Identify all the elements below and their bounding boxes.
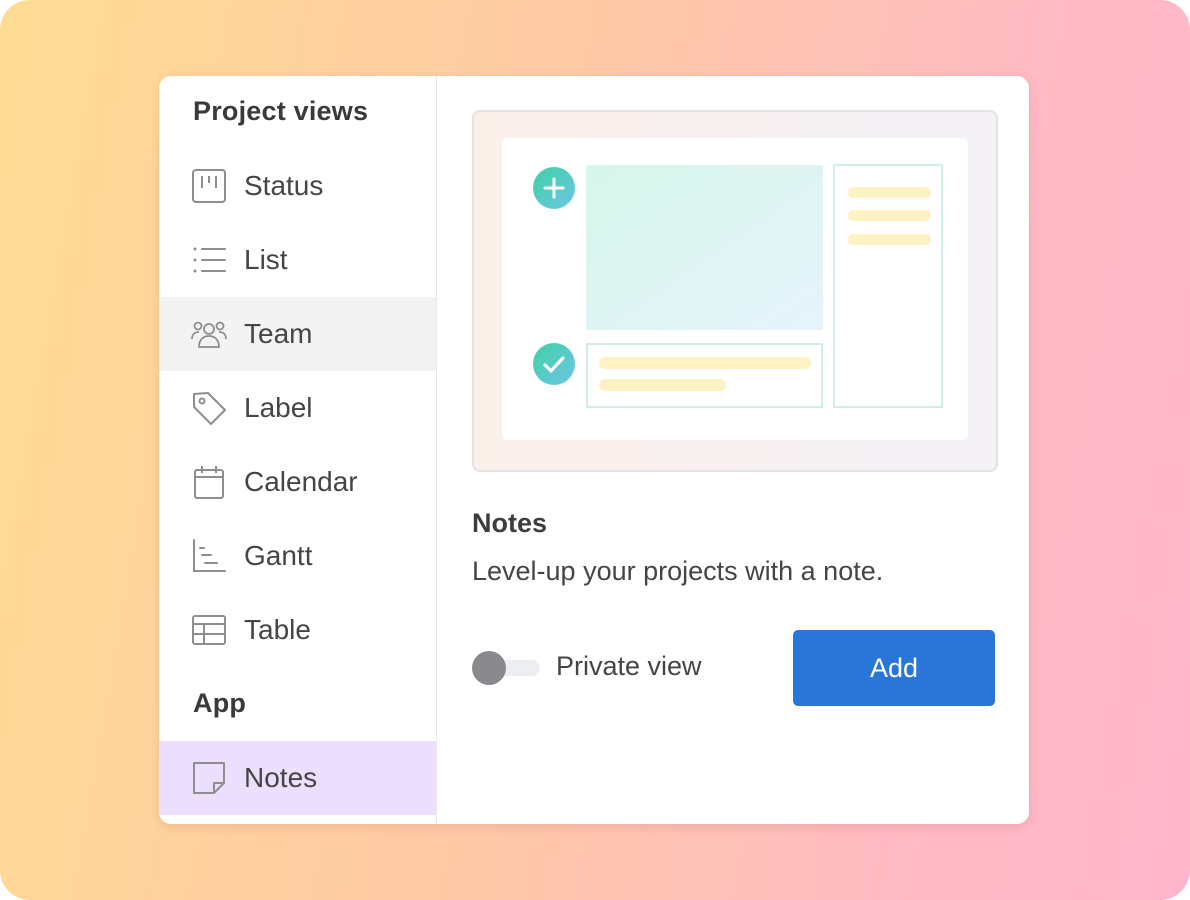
preview-canvas <box>502 138 968 440</box>
list-icon <box>191 242 227 278</box>
app-heading: App <box>193 688 247 718</box>
project-views-heading: Project views <box>193 96 369 126</box>
private-view-toggle[interactable] <box>472 650 540 686</box>
preview-side-panel <box>833 164 943 408</box>
sidebar-item-gantt[interactable]: Gantt <box>159 519 436 593</box>
views-dialog: Project views Status List Team Label Cal… <box>159 76 1029 824</box>
sidebar-item-label: Notes <box>244 762 318 793</box>
sidebar-item-label: Calendar <box>244 466 358 497</box>
sidebar-item-status[interactable]: Status <box>159 149 436 223</box>
note-icon <box>191 760 227 796</box>
sidebar-item-team[interactable]: Team <box>159 297 436 371</box>
sidebar-item-label: Gantt <box>244 540 313 571</box>
sidebar-item-label[interactable]: Label <box>159 371 436 445</box>
notes-preview-illustration <box>472 110 998 472</box>
table-icon <box>191 612 227 648</box>
sidebar: Project views Status List Team Label Cal… <box>159 76 437 824</box>
sidebar-item-label: Team <box>244 318 313 349</box>
sidebar-item-label-text: Label <box>244 392 313 423</box>
detail-panel: Notes Level-up your projects with a note… <box>437 76 1029 824</box>
view-description: Level-up your projects with a note. <box>472 556 884 586</box>
add-button[interactable]: Add <box>793 630 995 706</box>
private-view-label: Private view <box>556 651 702 681</box>
preview-image-block <box>586 165 823 330</box>
sidebar-item-label: Table <box>244 614 311 645</box>
plus-icon <box>533 167 575 209</box>
gantt-icon <box>191 538 227 574</box>
team-icon <box>191 316 227 352</box>
sidebar-item-calendar[interactable]: Calendar <box>159 445 436 519</box>
sidebar-item-notes[interactable]: Notes <box>159 741 436 815</box>
sidebar-item-list[interactable]: List <box>159 223 436 297</box>
view-title: Notes <box>472 508 548 538</box>
preview-drawing <box>533 164 943 408</box>
sidebar-item-table[interactable]: Table <box>159 593 436 667</box>
preview-text-block <box>586 343 823 408</box>
sidebar-item-label: List <box>244 244 288 275</box>
status-board-icon <box>191 168 227 204</box>
check-icon <box>533 343 575 385</box>
toggle-knob <box>472 651 506 685</box>
tag-icon <box>191 390 227 426</box>
calendar-icon <box>191 464 227 500</box>
sidebar-item-label: Status <box>244 170 324 201</box>
